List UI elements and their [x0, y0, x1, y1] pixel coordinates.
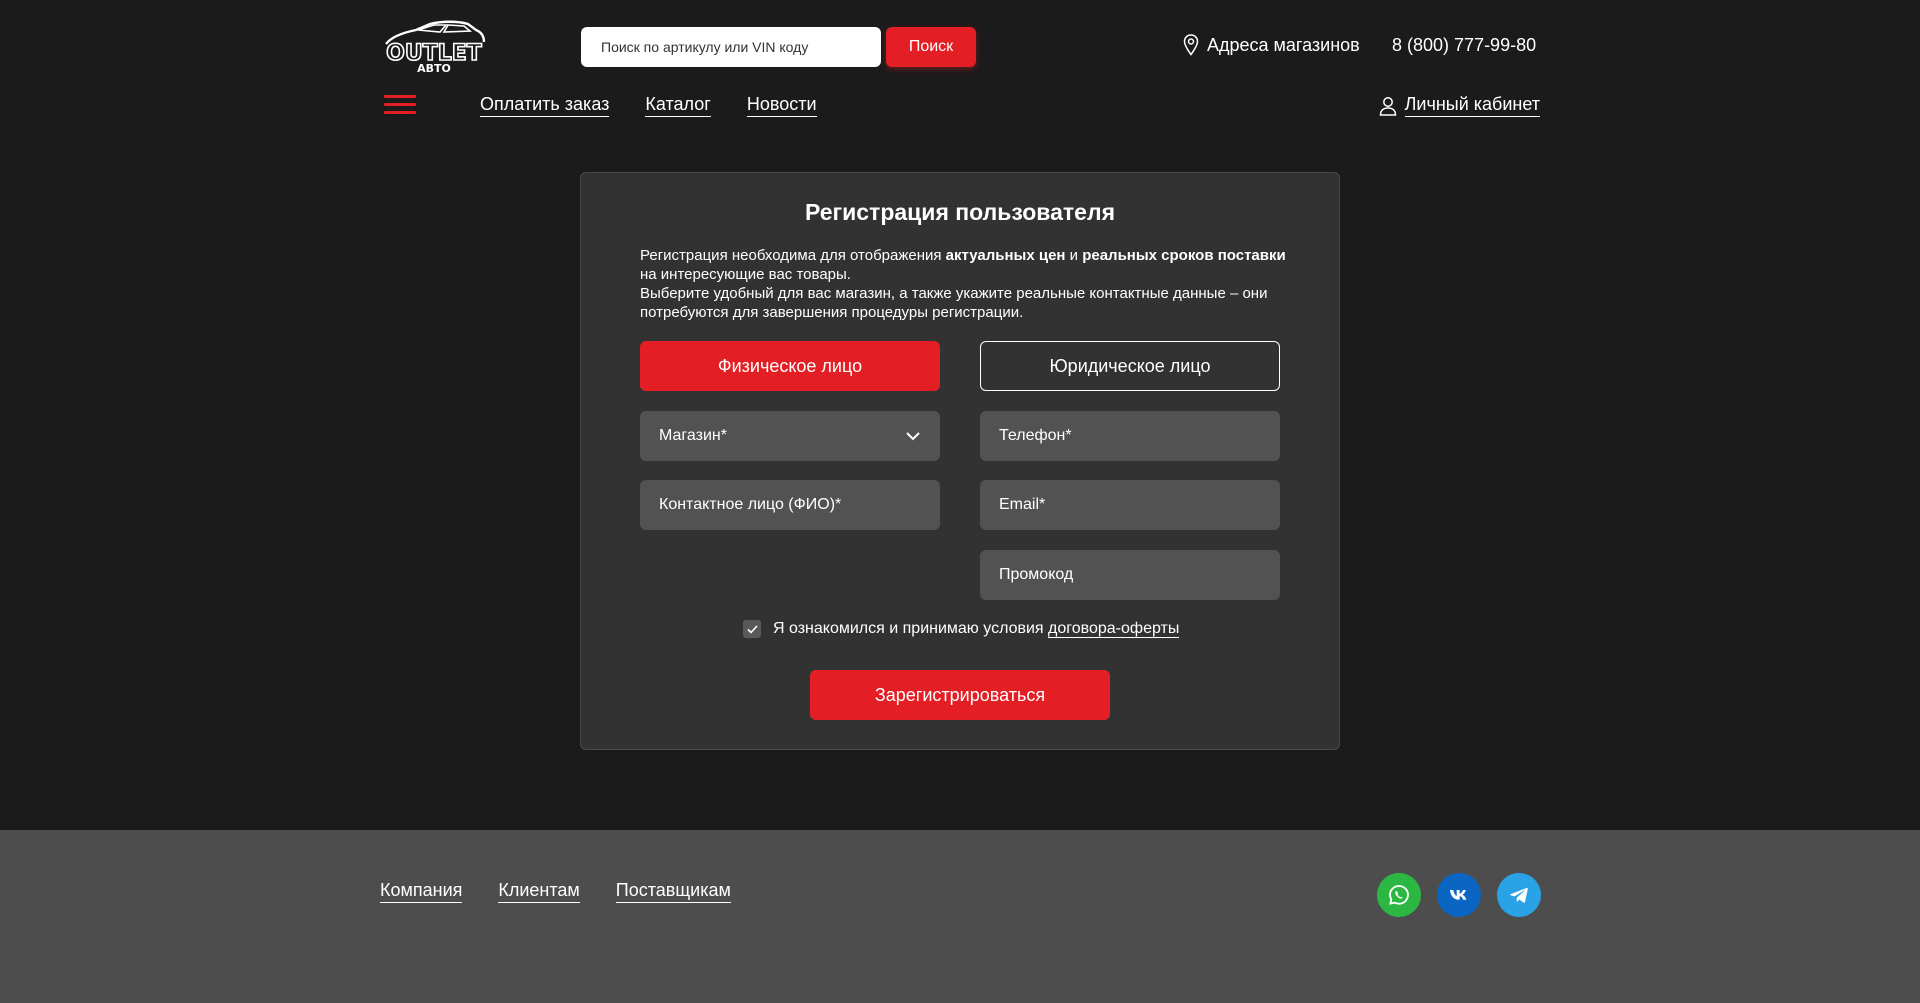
- user-icon: [1379, 96, 1396, 116]
- registration-card: Регистрация пользователя Регистрация нео…: [580, 172, 1340, 750]
- site-footer: Компания Клиентам Поставщикам: [0, 830, 1920, 1003]
- promo-code-placeholder: Промокод: [999, 566, 1074, 583]
- chevron-down-icon: [906, 432, 920, 441]
- agreement-checkbox[interactable]: [743, 620, 761, 638]
- nav-catalog[interactable]: Каталог: [645, 94, 711, 117]
- phone-number[interactable]: 8 (800) 777-99-80: [1392, 35, 1536, 56]
- email-field-placeholder: Email*: [999, 496, 1046, 513]
- contact-person-placeholder: Контактное лицо (ФИО)*: [659, 496, 842, 513]
- offer-contract-link[interactable]: договора-оферты: [1048, 620, 1180, 638]
- register-button[interactable]: Зарегистрироваться: [810, 670, 1110, 720]
- personal-account-link[interactable]: Личный кабинет: [1404, 94, 1540, 117]
- social-links: [1377, 873, 1541, 917]
- vk-icon[interactable]: [1437, 873, 1481, 917]
- search-button[interactable]: Поиск: [886, 27, 976, 67]
- legal-entity-type-button[interactable]: Юридическое лицо: [980, 341, 1280, 391]
- promo-code-field[interactable]: Промокод: [980, 550, 1280, 600]
- phone-field-placeholder: Телефон*: [999, 427, 1072, 444]
- email-field[interactable]: Email*: [980, 480, 1280, 530]
- site-header: OUTLET АВТО Поиск Адреса магазинов 8 (80…: [0, 0, 1920, 140]
- agreement-text: Я ознакомился и принимаю условия: [773, 620, 1044, 637]
- logo-subtext: АВТО: [417, 62, 451, 74]
- search-input[interactable]: [581, 27, 881, 67]
- contact-person-field[interactable]: Контактное лицо (ФИО)*: [640, 480, 940, 530]
- stores-label: Адреса магазинов: [1207, 34, 1360, 55]
- personal-account[interactable]: Личный кабинет: [1379, 94, 1540, 117]
- registration-description: Регистрация необходима для отображения а…: [640, 247, 1286, 321]
- phone-field[interactable]: Телефон*: [980, 411, 1280, 461]
- main-nav: Оплатить заказ Каталог Новости: [480, 94, 817, 117]
- footer-link-suppliers[interactable]: Поставщикам: [615, 880, 731, 903]
- nav-pay-order[interactable]: Оплатить заказ: [480, 94, 610, 117]
- whatsapp-icon[interactable]: [1377, 873, 1421, 917]
- store-select-label: Магазин*: [659, 427, 727, 444]
- telegram-icon[interactable]: [1497, 873, 1541, 917]
- outlet-auto-logo[interactable]: OUTLET АВТО: [380, 20, 488, 75]
- map-pin-icon: [1183, 34, 1199, 56]
- store-select[interactable]: Магазин*: [640, 411, 940, 461]
- nav-news[interactable]: Новости: [746, 94, 817, 117]
- store-addresses-link[interactable]: Адреса магазинов: [1183, 34, 1360, 56]
- burger-menu-icon[interactable]: [384, 95, 416, 115]
- footer-nav: Компания Клиентам Поставщикам: [380, 880, 731, 903]
- offer-agreement: Я ознакомился и принимаю условия договор…: [743, 620, 1180, 638]
- checkmark-icon: [746, 624, 758, 634]
- logo-icon: OUTLET АВТО: [385, 20, 486, 75]
- footer-link-clients[interactable]: Клиентам: [498, 880, 580, 903]
- footer-link-company[interactable]: Компания: [380, 880, 463, 903]
- page-title: Регистрация пользователя: [804, 199, 1115, 225]
- individual-type-button[interactable]: Физическое лицо: [640, 341, 940, 391]
